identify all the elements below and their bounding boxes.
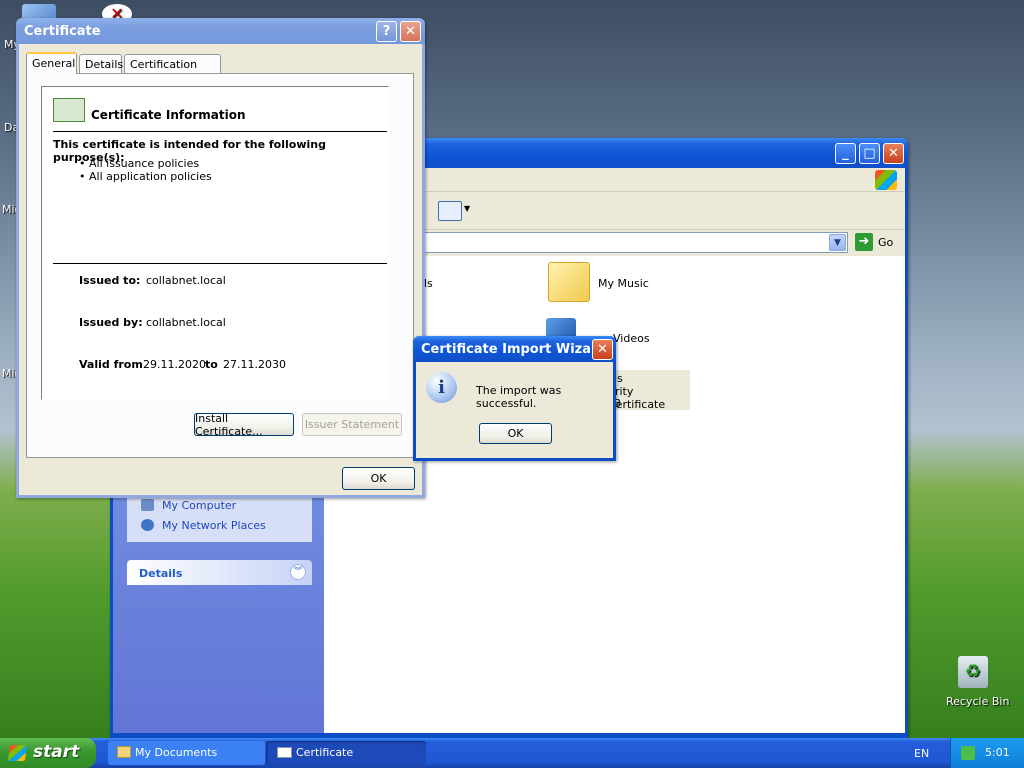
details-divider (53, 263, 387, 264)
tab-certification-path[interactable]: Certification Path (124, 54, 221, 84)
views-icon[interactable] (438, 201, 462, 221)
certificate-icon (53, 98, 85, 122)
issued-to-value: collabnet.local (146, 274, 226, 287)
tab-general[interactable]: General (26, 52, 77, 74)
start-button[interactable]: start (0, 738, 96, 768)
purpose-text-2: All application policies (89, 170, 212, 183)
go-arrow-icon[interactable]: ➜ (855, 233, 873, 251)
issuer-statement-button: Issuer Statement (302, 413, 402, 436)
recycle-bin-icon[interactable]: ♻ (958, 656, 988, 688)
language-indicator[interactable]: EN (914, 747, 929, 760)
other-places-panel: My Computer My Network Places (127, 495, 312, 542)
general-tab-panel: Certificate Information This certificate… (26, 73, 414, 458)
taskbar: start My Documents Certificate EN 5:01 (0, 738, 1024, 768)
wizard-message: The import was successful. (476, 384, 562, 410)
details-panel-header[interactable]: Details ︾ (127, 560, 312, 585)
info-icon: i (426, 372, 457, 403)
certificate-file-item[interactable]: is urity Certificate 3 (606, 370, 690, 411)
views-dropdown-icon[interactable]: ▼ (464, 204, 470, 213)
my-music-folder-icon[interactable] (548, 262, 590, 302)
certificate-title: Certificate (24, 23, 101, 39)
certificate-info-heading: Certificate Information (91, 108, 246, 122)
my-computer-icon (141, 499, 154, 511)
start-label: start (33, 742, 80, 762)
my-network-places-link[interactable]: My Network Places (162, 519, 266, 532)
issued-by-value: collabnet.local (146, 316, 226, 329)
install-certificate-button[interactable]: Install Certificate... (194, 412, 294, 438)
windows-flag-icon (7, 745, 28, 761)
wizard-body: i The import was successful. OK (416, 362, 613, 458)
wizard-title-bar: Certificate Import Wizard ✕ (413, 336, 616, 362)
issued-to-label: Issued to: (79, 274, 141, 287)
certificate-ok-button[interactable]: OK (342, 467, 415, 490)
wizard-ok-button[interactable]: OK (479, 423, 552, 444)
my-computer-link[interactable]: My Computer (162, 499, 236, 512)
network-places-icon (141, 519, 154, 531)
close-button[interactable]: ✕ (883, 143, 904, 164)
my-videos-label[interactable]: Videos (613, 332, 650, 345)
certificate-info-box: Certificate Information This certificate… (41, 86, 389, 400)
certificate-dialog: Certificate ? ✕ General Details Certific… (16, 18, 425, 498)
recycle-bin-label[interactable]: Recycle Bin (946, 695, 1009, 708)
minimize-button[interactable]: _ (835, 143, 856, 164)
purpose-text-1: All issuance policies (89, 157, 200, 170)
import-wizard-dialog: Certificate Import Wizard ✕ i The import… (413, 336, 616, 461)
address-dropdown-icon[interactable]: ▼ (829, 234, 846, 251)
help-button[interactable]: ? (376, 21, 397, 42)
certificate-dialog-body: General Details Certification Path Certi… (19, 44, 422, 495)
clock: 5:01 (985, 746, 1010, 759)
valid-to-value: 27.11.2030 (223, 358, 286, 371)
issued-by-label: Issued by: (79, 316, 143, 329)
purpose-item-2: • All application policies (79, 170, 212, 183)
tray-network-icon[interactable] (961, 746, 975, 760)
valid-from-value: 29.11.2020 (143, 358, 206, 371)
go-button-label[interactable]: Go (878, 236, 893, 249)
maximize-button[interactable]: □ (859, 143, 880, 164)
taskbar-item-certificate[interactable]: Certificate (266, 741, 426, 765)
taskbar-item-label: Certificate (296, 746, 354, 759)
window-icon (277, 747, 292, 758)
close-button[interactable]: ✕ (400, 21, 421, 42)
purpose-item-1: • All issuance policies (79, 157, 200, 170)
folder-icon (117, 746, 131, 758)
details-label: Details (139, 567, 183, 580)
system-tray: 5:01 (950, 738, 1024, 768)
chevron-down-icon[interactable]: ︾ (290, 564, 306, 580)
taskbar-item-my-documents[interactable]: My Documents (108, 741, 265, 765)
heading-divider (53, 131, 387, 132)
windows-logo-icon (875, 170, 897, 190)
tab-details[interactable]: Details (79, 54, 123, 74)
wizard-title: Certificate Import Wizard (421, 341, 607, 357)
close-button[interactable]: ✕ (592, 339, 613, 360)
taskbar-item-label: My Documents (135, 746, 218, 759)
my-music-label[interactable]: My Music (598, 277, 649, 290)
valid-from-label: Valid from (79, 358, 143, 371)
certificate-title-bar: Certificate ? ✕ (16, 18, 425, 44)
tab-strip: General Details Certification Path (26, 52, 404, 84)
valid-to-label: to (205, 358, 218, 371)
